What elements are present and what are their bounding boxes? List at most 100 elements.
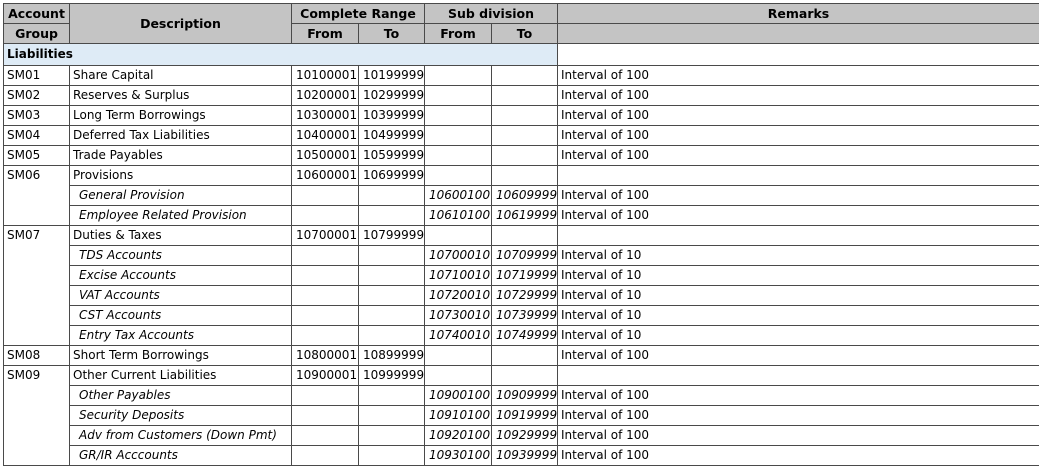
description-cell[interactable]: Duties & Taxes <box>69 225 292 246</box>
range-from-cell[interactable] <box>291 265 359 286</box>
account-group-cell[interactable] <box>3 265 70 286</box>
subdivision-from-cell[interactable]: 10600100 <box>424 185 492 206</box>
range-to-cell[interactable]: 10899999 <box>358 345 425 366</box>
remarks-header[interactable]: Remarks <box>557 3 1039 24</box>
description-cell[interactable]: CST Accounts <box>69 305 292 326</box>
subdivision-to-cell[interactable] <box>490 145 559 166</box>
range-to-cell[interactable] <box>358 245 425 266</box>
account-group-cell[interactable]: SM04 <box>3 125 70 146</box>
subdivision-to-cell[interactable]: 10719999 <box>490 265 559 286</box>
subdivision-from-cell[interactable] <box>424 105 492 126</box>
subdivision-to-cell[interactable]: 10749999 <box>490 325 559 346</box>
subdivision-from-cell[interactable] <box>424 365 492 386</box>
range-from-cell[interactable]: 10700001 <box>291 225 359 246</box>
description-cell[interactable]: Trade Payables <box>69 145 292 166</box>
description-cell[interactable]: Long Term Borrowings <box>69 105 292 126</box>
description-cell[interactable]: VAT Accounts <box>69 285 292 306</box>
sub-division-header[interactable]: Sub division <box>423 3 559 24</box>
account-group-cell[interactable] <box>3 325 70 346</box>
description-cell[interactable]: GR/IR Acccounts <box>69 445 292 466</box>
range-from-cell[interactable] <box>291 185 359 206</box>
account-group-cell[interactable] <box>3 185 70 206</box>
range-to-cell[interactable] <box>358 265 425 286</box>
description-cell[interactable]: Adv from Customers (Down Pmt) <box>69 425 292 446</box>
subdivision-to-cell[interactable]: 10739999 <box>490 305 559 326</box>
range-from-cell[interactable]: 10900001 <box>291 365 359 386</box>
remarks-cell[interactable]: Interval of 10 <box>557 265 1039 286</box>
range-from-cell[interactable] <box>291 285 359 306</box>
subdivision-to-cell[interactable]: 10919999 <box>490 405 559 426</box>
subdivision-from-cell[interactable]: 10930100 <box>424 445 492 466</box>
account-group-cell[interactable]: SM02 <box>3 85 70 106</box>
description-cell[interactable]: Share Capital <box>69 65 292 86</box>
range-from-header[interactable]: From <box>291 23 359 44</box>
subdivision-from-cell[interactable] <box>424 145 492 166</box>
subdivision-to-header[interactable]: To <box>490 23 559 44</box>
remarks-cell[interactable]: Interval of 10 <box>557 285 1039 306</box>
range-from-cell[interactable] <box>291 385 359 406</box>
account-group-header[interactable]: Account <box>3 3 70 24</box>
range-from-cell[interactable]: 10400001 <box>291 125 359 146</box>
range-from-cell[interactable] <box>291 305 359 326</box>
complete-range-header[interactable]: Complete Range <box>291 3 425 24</box>
subdivision-to-cell[interactable] <box>490 125 559 146</box>
remarks-cell[interactable]: Interval of 10 <box>557 305 1039 326</box>
account-group-cell[interactable] <box>3 405 70 426</box>
range-from-cell[interactable]: 10300001 <box>291 105 359 126</box>
subdivision-to-cell[interactable] <box>490 365 559 386</box>
remarks-cell[interactable]: Interval of 100 <box>557 205 1039 226</box>
description-cell[interactable]: Employee Related Provision <box>69 205 292 226</box>
subdivision-to-cell[interactable] <box>490 85 559 106</box>
subdivision-from-cell[interactable]: 10920100 <box>424 425 492 446</box>
range-to-cell[interactable]: 10699999 <box>358 165 425 186</box>
subdivision-from-header[interactable]: From <box>424 23 492 44</box>
range-to-cell[interactable] <box>358 385 425 406</box>
subdivision-from-cell[interactable]: 10730010 <box>424 305 492 326</box>
remarks-cell[interactable]: Interval of 100 <box>557 405 1039 426</box>
subdivision-to-cell[interactable]: 10909999 <box>490 385 559 406</box>
account-group-cell[interactable]: SM06 <box>3 165 70 186</box>
account-group-cell[interactable]: SM05 <box>3 145 70 166</box>
description-cell[interactable]: General Provision <box>69 185 292 206</box>
subdivision-from-cell[interactable] <box>424 85 492 106</box>
remarks-cell[interactable]: Interval of 100 <box>557 145 1039 166</box>
account-group-cell[interactable] <box>3 285 70 306</box>
subdivision-from-cell[interactable] <box>424 225 492 246</box>
description-header[interactable]: Description <box>69 3 292 44</box>
remarks-header-blank[interactable] <box>557 23 1039 44</box>
range-from-cell[interactable] <box>291 405 359 426</box>
subdivision-to-cell[interactable]: 10729999 <box>490 285 559 306</box>
description-cell[interactable]: TDS Accounts <box>69 245 292 266</box>
subdivision-from-cell[interactable] <box>424 165 492 186</box>
account-group-cell[interactable] <box>3 385 70 406</box>
range-from-cell[interactable] <box>291 205 359 226</box>
subdivision-from-cell[interactable] <box>424 65 492 86</box>
remarks-cell[interactable]: Interval of 100 <box>557 105 1039 126</box>
subdivision-from-cell[interactable]: 10710010 <box>424 265 492 286</box>
remarks-cell[interactable]: Interval of 100 <box>557 385 1039 406</box>
range-to-header[interactable]: To <box>358 23 425 44</box>
subdivision-from-cell[interactable]: 10610100 <box>424 205 492 226</box>
range-from-cell[interactable] <box>291 245 359 266</box>
description-cell[interactable]: Excise Accounts <box>69 265 292 286</box>
account-group-cell[interactable] <box>3 305 70 326</box>
range-to-cell[interactable]: 10199999 <box>358 65 425 86</box>
subdivision-to-cell[interactable]: 10609999 <box>490 185 559 206</box>
range-to-cell[interactable] <box>358 205 425 226</box>
subdivision-to-cell[interactable] <box>490 105 559 126</box>
range-to-cell[interactable] <box>358 285 425 306</box>
description-cell[interactable]: Entry Tax Accounts <box>69 325 292 346</box>
subdivision-from-cell[interactable]: 10900100 <box>424 385 492 406</box>
remarks-cell[interactable] <box>557 225 1039 246</box>
account-group-header-line2[interactable]: Group <box>3 23 70 44</box>
account-group-cell[interactable]: SM07 <box>3 225 70 246</box>
account-group-cell[interactable]: SM08 <box>3 345 70 366</box>
description-cell[interactable]: Provisions <box>69 165 292 186</box>
description-cell[interactable]: Other Payables <box>69 385 292 406</box>
range-from-cell[interactable]: 10200001 <box>291 85 359 106</box>
description-cell[interactable]: Short Term Borrowings <box>69 345 292 366</box>
subdivision-from-cell[interactable]: 10910100 <box>424 405 492 426</box>
account-group-cell[interactable] <box>3 205 70 226</box>
range-to-cell[interactable]: 10799999 <box>358 225 425 246</box>
remarks-cell[interactable]: Interval of 10 <box>557 245 1039 266</box>
